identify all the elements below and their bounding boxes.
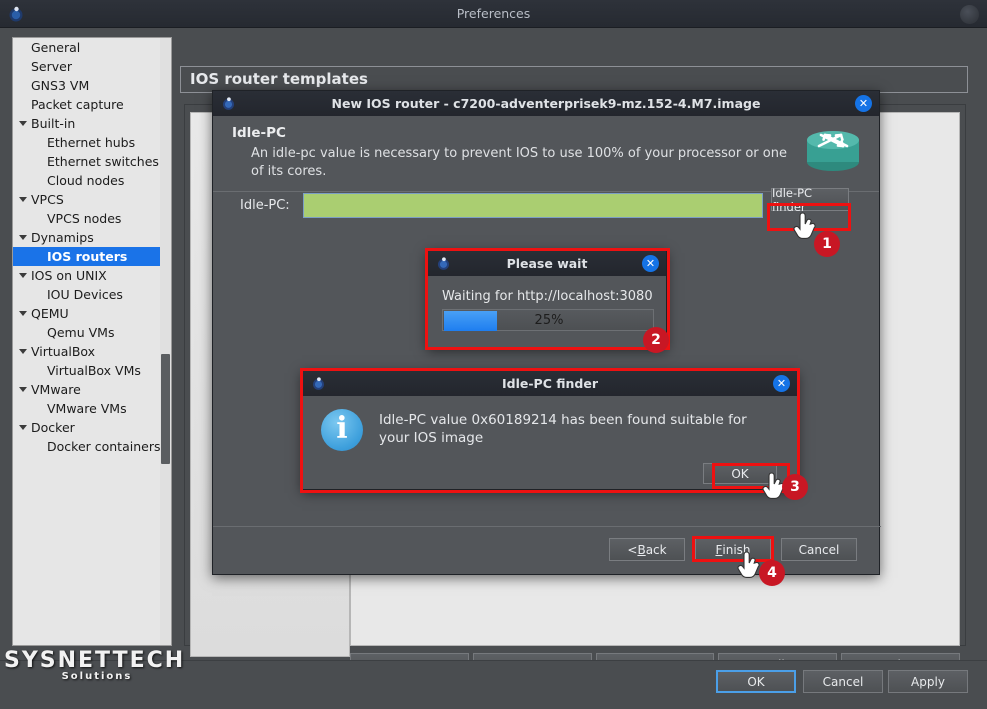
sidebar-item-label: VMware bbox=[31, 382, 81, 397]
sidebar-item-label: IOS on UNIX bbox=[31, 268, 107, 283]
sidebar-item-dynamips[interactable]: Dynamips bbox=[13, 228, 171, 247]
sidebar-item-label: IOU Devices bbox=[47, 287, 123, 302]
sidebar-item-vpcs-nodes[interactable]: VPCS nodes bbox=[13, 209, 171, 228]
sidebar-item-label: QEMU bbox=[31, 306, 69, 321]
sidebar-item-label: Packet capture bbox=[31, 97, 124, 112]
sidebar-scrollbar-track[interactable] bbox=[160, 38, 171, 645]
close-icon[interactable]: ✕ bbox=[855, 95, 872, 112]
router-icon bbox=[801, 122, 865, 174]
idle-pc-finder-dialog: Idle-PC finder ✕ i Idle-PC value 0x60189… bbox=[302, 370, 798, 490]
chevron-down-icon[interactable] bbox=[19, 235, 27, 240]
screen-root: Preferences General Server GNS3 VM Packet c… bbox=[0, 0, 987, 709]
sidebar-item-docker-containers[interactable]: Docker containers bbox=[13, 437, 171, 456]
idle-pc-finder-title: Idle-PC finder bbox=[502, 376, 598, 391]
wizard-header: Idle-PC An idle-pc value is necessary to… bbox=[213, 116, 879, 192]
close-icon[interactable]: ✕ bbox=[773, 375, 790, 392]
sidebar-item-qemu-vms[interactable]: Qemu VMs bbox=[13, 323, 171, 342]
idle-pc-row: Idle-PC: Idle-PC finder bbox=[213, 186, 881, 223]
gns3-icon bbox=[310, 375, 327, 392]
sidebar-item-general[interactable]: General bbox=[13, 38, 171, 57]
idle-pc-finder-button[interactable]: Idle-PC finder bbox=[771, 186, 849, 214]
chevron-down-icon[interactable] bbox=[19, 387, 27, 392]
sidebar-item-label: Server bbox=[31, 59, 72, 74]
gns3-icon bbox=[220, 95, 237, 112]
ok-button[interactable]: OK bbox=[716, 670, 796, 693]
cancel-button[interactable]: Cancel bbox=[803, 670, 883, 693]
sidebar-item-iou-devices[interactable]: IOU Devices bbox=[13, 285, 171, 304]
sidebar-item-docker[interactable]: Docker bbox=[13, 418, 171, 437]
sidebar-item-label: IOS routers bbox=[47, 249, 128, 264]
close-icon[interactable]: ✕ bbox=[642, 255, 659, 272]
please-wait-title: Please wait bbox=[506, 256, 588, 271]
idle-pc-finder-titlebar: Idle-PC finder ✕ bbox=[303, 371, 797, 396]
sidebar-item-qemu[interactable]: QEMU bbox=[13, 304, 171, 323]
sidebar-item-label: Ethernet switches bbox=[47, 154, 159, 169]
sidebar-item-label: Cloud nodes bbox=[47, 173, 125, 188]
sidebar-item-virtualbox-vms[interactable]: VirtualBox VMs bbox=[13, 361, 171, 380]
chevron-down-icon[interactable] bbox=[19, 197, 27, 202]
sidebar-item-label: VirtualBox bbox=[31, 344, 96, 359]
sidebar-list: General Server GNS3 VM Packet capture Built-… bbox=[13, 38, 171, 456]
preferences-sidebar[interactable]: General Server GNS3 VM Packet capture Built-… bbox=[12, 37, 172, 646]
chevron-down-icon[interactable] bbox=[19, 121, 27, 126]
step-badge-3: 3 bbox=[782, 474, 808, 500]
sidebar-item-label: VPCS nodes bbox=[47, 211, 122, 226]
sidebar-item-server[interactable]: Server bbox=[13, 57, 171, 76]
idle-pc-input[interactable] bbox=[303, 193, 763, 218]
window-close-icon[interactable] bbox=[960, 5, 979, 24]
please-wait-titlebar: Please wait ✕ bbox=[428, 251, 666, 276]
wizard-description: An idle-pc value is necessary to prevent… bbox=[251, 146, 787, 179]
please-wait-dialog: Please wait ✕ Waiting for http://localho… bbox=[427, 250, 667, 348]
window-titlebar: Preferences bbox=[0, 0, 987, 28]
sidebar-item-label: GNS3 VM bbox=[31, 78, 90, 93]
sidebar-item-label: Ethernet hubs bbox=[47, 135, 136, 150]
chevron-down-icon[interactable] bbox=[19, 349, 27, 354]
wizard-title: New IOS router - c7200-adventerprisek9-m… bbox=[331, 96, 761, 111]
progress-bar: 25% bbox=[442, 309, 654, 331]
sidebar-item-virtualbox[interactable]: VirtualBox bbox=[13, 342, 171, 361]
sidebar-item-vpcs[interactable]: VPCS bbox=[13, 190, 171, 209]
sidebar-item-ethernet-hubs[interactable]: Ethernet hubs bbox=[13, 133, 171, 152]
wizard-titlebar: New IOS router - c7200-adventerprisek9-m… bbox=[213, 91, 879, 116]
sidebar-item-cloud-nodes[interactable]: Cloud nodes bbox=[13, 171, 171, 190]
sidebar-item-vmware[interactable]: VMware bbox=[13, 380, 171, 399]
idle-pc-finder-wrap: Idle-PC finder bbox=[771, 186, 849, 214]
sidebar-scrollbar-thumb[interactable] bbox=[161, 354, 170, 464]
sidebar-item-ethernet-switches[interactable]: Ethernet switches bbox=[13, 152, 171, 171]
step-badge-4: 4 bbox=[759, 560, 785, 586]
page-title: IOS router templates bbox=[180, 66, 968, 93]
sidebar-item-label: VPCS bbox=[31, 192, 64, 207]
idle-pc-label: Idle-PC: bbox=[240, 198, 290, 213]
sidebar-item-label: General bbox=[31, 40, 81, 55]
sidebar-item-label: Built-in bbox=[31, 116, 76, 131]
dialog-button-bar: OK Cancel Apply bbox=[0, 660, 987, 708]
sidebar-item-packet-capture[interactable]: Packet capture bbox=[13, 95, 171, 114]
sidebar-item-built-in[interactable]: Built-in bbox=[13, 114, 171, 133]
chevron-down-icon[interactable] bbox=[19, 273, 27, 278]
sidebar-item-vmware-vms[interactable]: VMware VMs bbox=[13, 399, 171, 418]
idle-pc-finder-message: Idle-PC value 0x60189214 has been found … bbox=[379, 412, 747, 446]
apply-button[interactable]: Apply bbox=[888, 670, 968, 693]
sidebar-item-label: VMware VMs bbox=[47, 401, 127, 416]
step-badge-1: 1 bbox=[814, 231, 840, 257]
progress-bar-label: 25% bbox=[534, 313, 564, 328]
gns3-icon bbox=[435, 255, 452, 272]
sidebar-item-ios-routers[interactable]: IOS routers bbox=[13, 247, 171, 266]
step-badge-2: 2 bbox=[643, 327, 669, 353]
window-title: Preferences bbox=[456, 6, 531, 21]
sidebar-item-label: Dynamips bbox=[31, 230, 94, 245]
sidebar-item-ios-on-unix[interactable]: IOS on UNIX bbox=[13, 266, 171, 285]
wizard-back-button[interactable]: < Back bbox=[609, 538, 685, 561]
please-wait-message: Waiting for http://localhost:3080 bbox=[442, 289, 653, 304]
sidebar-item-label: Docker bbox=[31, 420, 75, 435]
sidebar-item-label: VirtualBox VMs bbox=[47, 363, 141, 378]
sidebar-item-label: Docker containers bbox=[47, 439, 161, 454]
wizard-heading: Idle-PC bbox=[232, 125, 286, 141]
info-icon: i bbox=[321, 409, 363, 451]
sidebar-item-gns3-vm[interactable]: GNS3 VM bbox=[13, 76, 171, 95]
chevron-down-icon[interactable] bbox=[19, 425, 27, 430]
chevron-down-icon[interactable] bbox=[19, 311, 27, 316]
wizard-cancel-button[interactable]: Cancel bbox=[781, 538, 857, 561]
sidebar-item-label: Qemu VMs bbox=[47, 325, 115, 340]
